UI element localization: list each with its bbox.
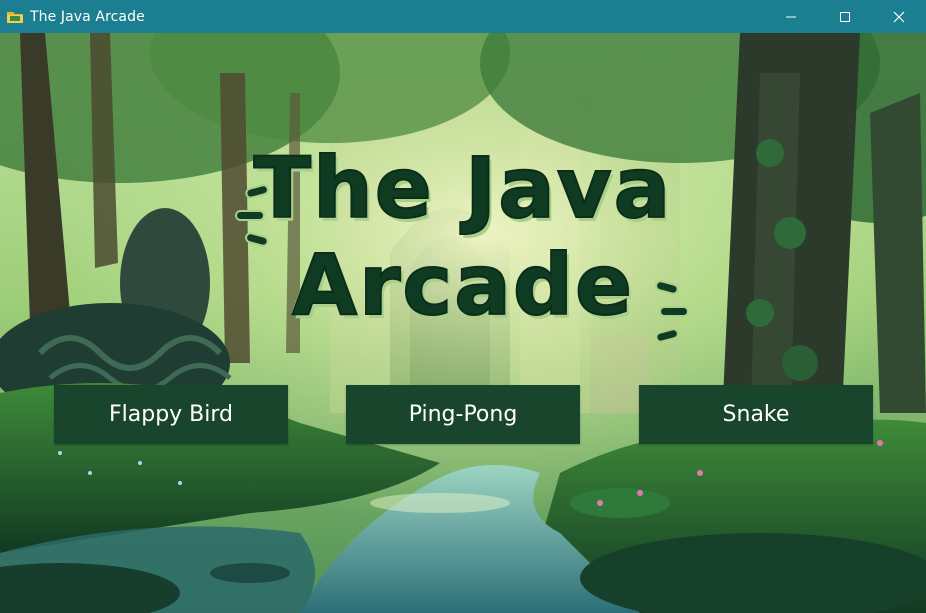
maximize-icon xyxy=(840,11,850,22)
title-bar[interactable]: The Java Arcade xyxy=(0,0,926,33)
window-controls xyxy=(764,0,926,33)
maximize-button[interactable] xyxy=(818,0,872,33)
app-window: The Java Arcade The Java Arcade Flappy B… xyxy=(0,0,926,613)
window-title: The Java Arcade xyxy=(30,8,145,25)
minimize-button[interactable] xyxy=(764,0,818,33)
flappy-bird-button[interactable]: Flappy Bird xyxy=(54,385,288,444)
snake-button[interactable]: Snake xyxy=(639,385,873,444)
close-button[interactable] xyxy=(872,0,926,33)
close-icon xyxy=(893,11,905,22)
ping-pong-button[interactable]: Ping-Pong xyxy=(346,385,580,444)
folder-icon xyxy=(6,9,24,25)
game-title-line1: The Java xyxy=(253,139,673,237)
game-title-line2: Arcade xyxy=(291,236,634,334)
minimize-icon xyxy=(786,16,796,17)
